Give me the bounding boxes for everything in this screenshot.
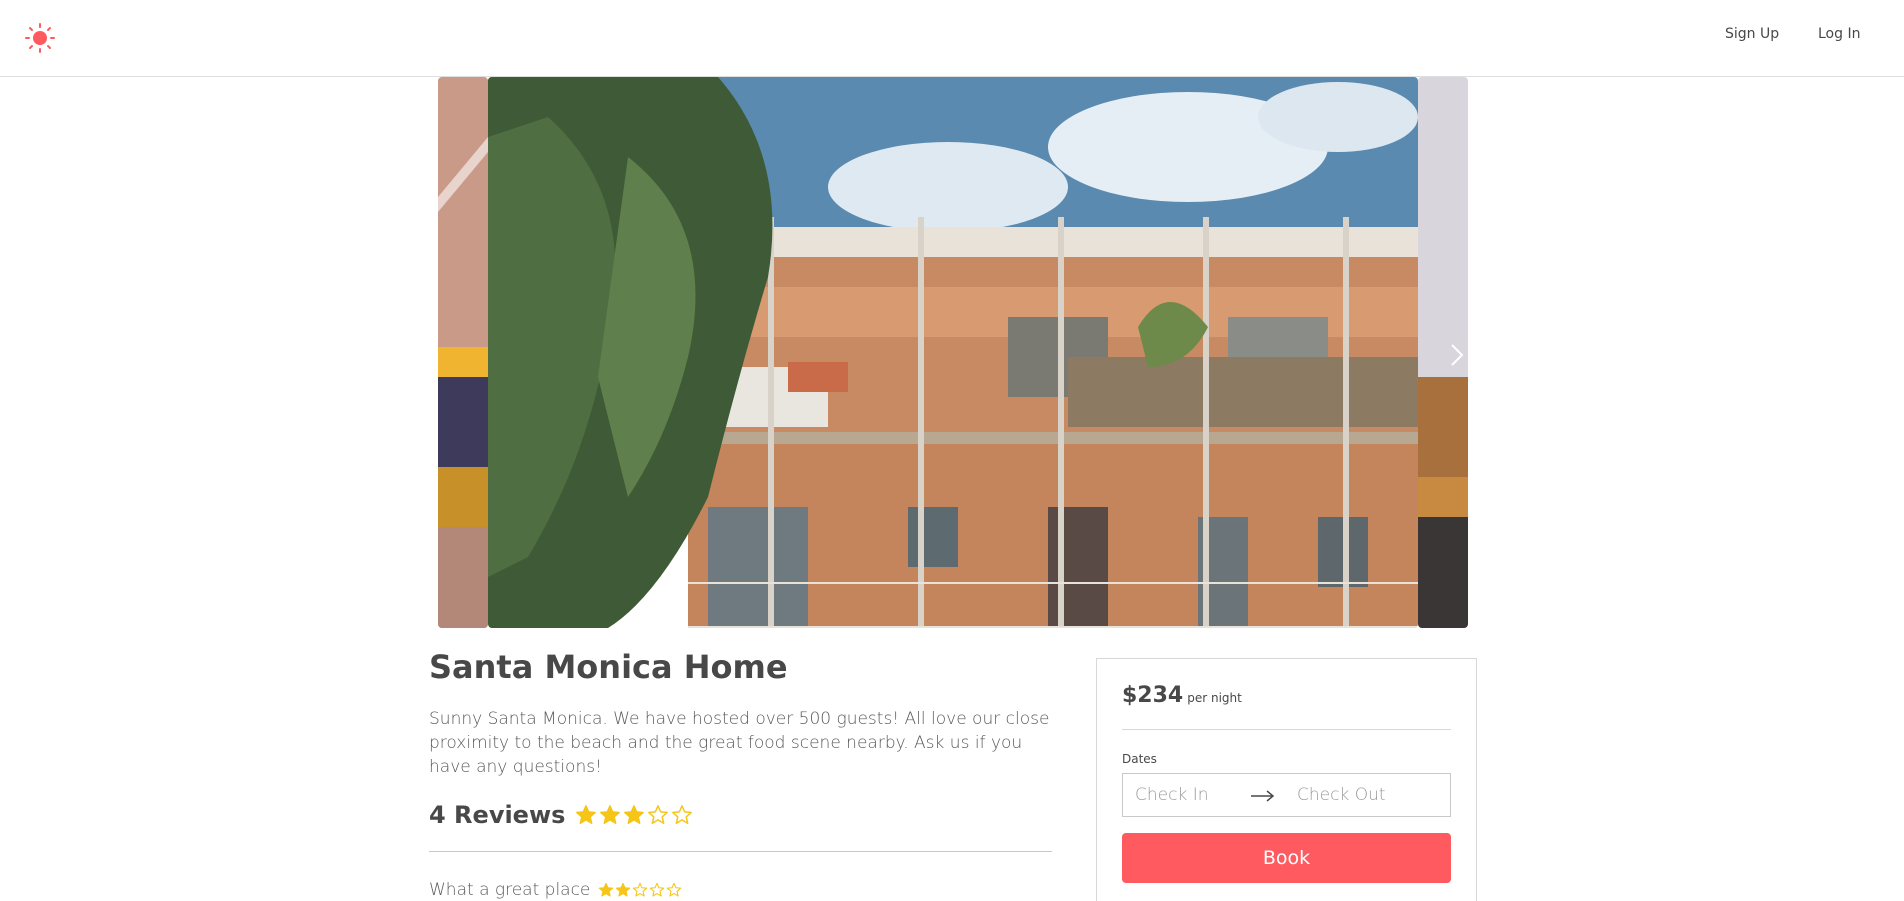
reviews-heading: 4 Reviews	[429, 801, 695, 829]
star-outline-icon	[667, 882, 682, 897]
star-filled-icon	[600, 805, 621, 824]
listing-title: Santa Monica Home	[429, 648, 788, 686]
sun-icon[interactable]	[24, 22, 56, 54]
sign-up-link[interactable]: Sign Up	[1725, 26, 1779, 42]
main-photo[interactable]	[488, 77, 1418, 628]
reviews-divider	[429, 851, 1052, 852]
photo-carousel[interactable]	[438, 77, 1468, 628]
booking-panel: $234 per night Dates Book	[1096, 658, 1477, 901]
review-rating	[598, 882, 683, 898]
star-filled-icon	[624, 805, 645, 824]
price-row: $234 per night	[1122, 683, 1242, 708]
star-filled-icon	[616, 882, 631, 897]
arrow-right-icon	[1249, 788, 1277, 802]
star-outline-icon	[648, 805, 669, 824]
check-in-input[interactable]	[1123, 785, 1243, 805]
previous-photo[interactable]	[438, 77, 488, 628]
listing-description: Sunny Santa Monica. We have hosted over …	[429, 709, 1050, 777]
date-range-picker[interactable]	[1122, 773, 1451, 817]
listing-rating	[575, 804, 695, 826]
star-filled-icon	[599, 882, 614, 897]
check-out-input[interactable]	[1285, 785, 1405, 805]
star-outline-icon	[650, 882, 665, 897]
book-button[interactable]: Book	[1122, 833, 1451, 883]
top-nav-bar: Sign Up Log In	[0, 0, 1904, 77]
dates-label: Dates	[1122, 752, 1157, 766]
star-outline-icon	[672, 805, 693, 824]
star-filled-icon	[576, 805, 597, 824]
log-in-link[interactable]: Log In	[1818, 26, 1860, 42]
review-text: What a great place	[429, 880, 591, 900]
star-outline-icon	[633, 882, 648, 897]
booking-divider	[1122, 729, 1451, 730]
per-night-label: per night	[1187, 691, 1242, 705]
nightly-price: $234	[1122, 683, 1184, 708]
chevron-right-icon[interactable]	[1446, 342, 1468, 368]
reviews-count: 4 Reviews	[429, 801, 566, 829]
review-item: What a great place	[429, 880, 683, 900]
